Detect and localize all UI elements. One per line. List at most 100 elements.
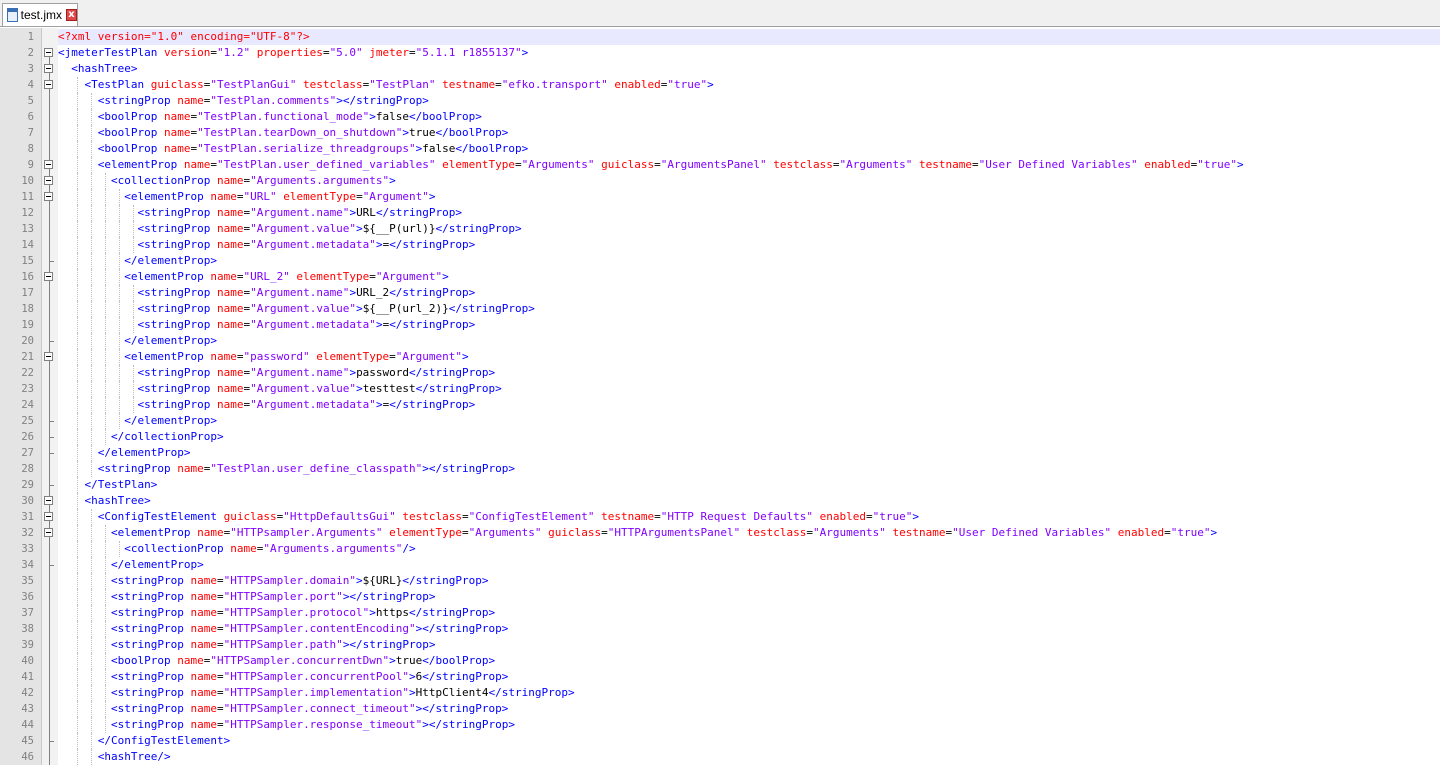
close-tab-icon[interactable]: x <box>66 9 77 21</box>
code-area[interactable]: <?xml version="1.0" encoding="UTF-8"?> <j… <box>58 28 1440 765</box>
fold-toggle-icon[interactable] <box>44 176 53 185</box>
code-line[interactable]: <elementProp name="password" elementType… <box>58 349 1440 365</box>
code-line[interactable]: <stringProp name="Argument.value">${__P(… <box>58 221 1440 237</box>
line-number: 1 <box>27 31 34 43</box>
code-line[interactable]: </elementProp> <box>58 333 1440 349</box>
code-line[interactable]: <hashTree> <box>58 61 1440 77</box>
indent-guide <box>119 381 120 397</box>
code-line[interactable]: <stringProp name="HTTPSampler.path"></st… <box>58 637 1440 653</box>
fold-toggle-icon[interactable] <box>44 352 53 361</box>
indent-guide <box>119 317 120 333</box>
indent-guide <box>77 173 78 189</box>
code-line[interactable]: <stringProp name="TestPlan.user_define_c… <box>58 461 1440 477</box>
code-line[interactable]: <stringProp name="Argument.value">${__P(… <box>58 301 1440 317</box>
code-line[interactable]: <stringProp name="Argument.metadata">=</… <box>58 397 1440 413</box>
code-line[interactable]: <elementProp name="HTTPsampler.Arguments… <box>58 525 1440 541</box>
code-line[interactable]: <stringProp name="Argument.name">URL_2</… <box>58 285 1440 301</box>
code-line[interactable]: <stringProp name="HTTPSampler.response_t… <box>58 717 1440 733</box>
line-number: 14 <box>21 239 34 251</box>
code-line[interactable]: <stringProp name="HTTPSampler.port"></st… <box>58 589 1440 605</box>
code-line[interactable]: <stringProp name="Argument.value">testte… <box>58 381 1440 397</box>
indent-guide <box>91 461 92 477</box>
code-line[interactable]: <stringProp name="Argument.name">URL</st… <box>58 205 1440 221</box>
tab-title: test.jmx <box>20 8 63 22</box>
code-line[interactable]: </elementProp> <box>58 557 1440 573</box>
code-line[interactable]: <stringProp name="HTTPSampler.domain">${… <box>58 573 1440 589</box>
code-line[interactable]: <ConfigTestElement guiclass="HttpDefault… <box>58 509 1440 525</box>
code-line[interactable]: <hashTree/> <box>58 749 1440 765</box>
indent-guide <box>77 349 78 365</box>
tab-test-jmx[interactable]: test.jmx x <box>2 3 78 26</box>
indent-guide <box>105 621 106 637</box>
code-line[interactable]: <stringProp name="HTTPSampler.concurrent… <box>58 669 1440 685</box>
indent-guide <box>77 413 78 429</box>
line-number: 8 <box>27 143 34 155</box>
code-line[interactable]: </TestPlan> <box>58 477 1440 493</box>
fold-toggle-icon[interactable] <box>44 272 53 281</box>
code-line[interactable]: <elementProp name="URL" elementType="Arg… <box>58 189 1440 205</box>
indent-guide <box>77 125 78 141</box>
code-line[interactable]: </elementProp> <box>58 253 1440 269</box>
line-number: 9 <box>27 159 34 171</box>
line-number: 30 <box>21 495 34 507</box>
fold-toggle-icon[interactable] <box>44 192 53 201</box>
code-line[interactable]: <stringProp name="HTTPSampler.contentEnc… <box>58 621 1440 637</box>
line-number: 31 <box>21 511 34 523</box>
code-line[interactable]: <jmeterTestPlan version="1.2" properties… <box>58 45 1440 61</box>
code-line[interactable]: <stringProp name="TestPlan.comments"></s… <box>58 93 1440 109</box>
code-line[interactable]: <stringProp name="Argument.metadata">=</… <box>58 317 1440 333</box>
code-line[interactable]: <TestPlan guiclass="TestPlanGui" testcla… <box>58 77 1440 93</box>
fold-toggle-icon[interactable] <box>44 80 53 89</box>
indent-guide <box>91 605 92 621</box>
indent-guide <box>105 685 106 701</box>
indent-guide <box>133 317 134 333</box>
indent-guide <box>105 269 106 285</box>
code-editor[interactable]: 1 2 3 4 5 6 7 8 9 10 11 12 13 14 15 16 17 18 19 20 21 22 23 24 2… <box>0 28 1440 765</box>
indent-guide <box>77 685 78 701</box>
code-line[interactable]: <collectionProp name="Arguments.argument… <box>58 541 1440 557</box>
indent-guide <box>133 301 134 317</box>
fold-toggle-icon[interactable] <box>44 64 53 73</box>
indent-guide <box>77 525 78 541</box>
fold-end-marker <box>49 453 54 454</box>
indent-guide <box>77 333 78 349</box>
indent-guide <box>77 621 78 637</box>
fold-toggle-icon[interactable] <box>44 512 53 521</box>
code-line[interactable]: <boolProp name="TestPlan.serialize_threa… <box>58 141 1440 157</box>
line-number: 17 <box>21 287 34 299</box>
line-number: 11 <box>21 191 34 203</box>
indent-guide <box>91 253 92 269</box>
code-line[interactable]: <elementProp name="URL_2" elementType="A… <box>58 269 1440 285</box>
code-line[interactable]: <stringProp name="HTTPSampler.connect_ti… <box>58 701 1440 717</box>
code-line[interactable]: <stringProp name="HTTPSampler.protocol">… <box>58 605 1440 621</box>
xml-file-icon <box>6 8 18 22</box>
indent-guide <box>77 749 78 765</box>
indent-guide <box>91 269 92 285</box>
code-line[interactable]: </ConfigTestElement> <box>58 733 1440 749</box>
indent-guide <box>105 365 106 381</box>
code-line[interactable]: <stringProp name="HTTPSampler.implementa… <box>58 685 1440 701</box>
code-line[interactable]: <stringProp name="Argument.name">passwor… <box>58 365 1440 381</box>
indent-guide <box>105 189 106 205</box>
code-line[interactable]: <collectionProp name="Arguments.argument… <box>58 173 1440 189</box>
code-line[interactable]: <stringProp name="Argument.metadata">=</… <box>58 237 1440 253</box>
code-line[interactable]: <boolProp name="TestPlan.functional_mode… <box>58 109 1440 125</box>
fold-toggle-icon[interactable] <box>44 528 53 537</box>
indent-guide <box>77 637 78 653</box>
line-number: 46 <box>21 751 34 763</box>
indent-guide <box>91 701 92 717</box>
indent-guide <box>105 285 106 301</box>
code-line[interactable]: <elementProp name="TestPlan.user_defined… <box>58 157 1440 173</box>
code-line[interactable]: <?xml version="1.0" encoding="UTF-8"?> <box>58 29 1440 45</box>
indent-guide <box>133 285 134 301</box>
code-line[interactable]: </elementProp> <box>58 445 1440 461</box>
code-line[interactable]: </elementProp> <box>58 413 1440 429</box>
code-line[interactable]: <boolProp name="HTTPSampler.concurrentDw… <box>58 653 1440 669</box>
code-line[interactable]: </collectionProp> <box>58 429 1440 445</box>
code-line[interactable]: <boolProp name="TestPlan.tearDown_on_shu… <box>58 125 1440 141</box>
code-line[interactable]: <hashTree> <box>58 493 1440 509</box>
fold-toggle-icon[interactable] <box>44 496 53 505</box>
indent-guide <box>91 509 92 525</box>
fold-toggle-icon[interactable] <box>44 48 53 57</box>
fold-toggle-icon[interactable] <box>44 160 53 169</box>
